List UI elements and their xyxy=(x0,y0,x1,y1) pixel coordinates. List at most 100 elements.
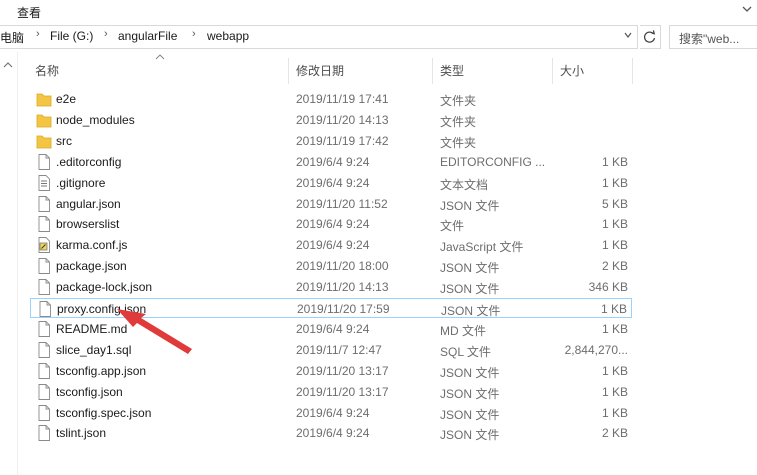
file-type: JavaScript 文件 xyxy=(440,240,524,255)
file-row[interactable]: e2e 2019/11/19 17:41 文件夹 xyxy=(30,89,632,109)
file-date: 2019/11/7 12:47 xyxy=(296,342,382,357)
file-date: 2019/11/20 14:13 xyxy=(296,280,389,295)
file-name: node_modules xyxy=(56,112,135,127)
file-type: SQL 文件 xyxy=(440,344,491,359)
file-name: browserslist xyxy=(56,217,120,232)
file-name: package-lock.json xyxy=(56,280,153,295)
file-row[interactable]: tsconfig.app.json 2019/11/20 13:17 JSON 文件… xyxy=(30,361,632,381)
file-date: 2019/11/19 17:42 xyxy=(296,133,389,148)
file-date: 2019/11/20 13:17 xyxy=(296,384,389,399)
file-date: 2019/6/4 9:24 xyxy=(296,238,370,253)
breadcrumb-webapp[interactable]: webapp xyxy=(207,29,249,43)
text-file-icon xyxy=(36,174,52,192)
file-icon xyxy=(36,195,52,213)
file-size: 1 KB xyxy=(600,302,627,316)
file-size: 5 KB xyxy=(601,196,628,211)
navigation-pane[interactable] xyxy=(0,52,18,475)
file-type: JSON 文件 xyxy=(440,198,500,213)
file-row[interactable]: slice_day1.sql 2019/11/7 12:47 SQL 文件 2,844… xyxy=(30,340,632,360)
file-name: .gitignore xyxy=(56,175,106,190)
column-divider[interactable] xyxy=(632,58,633,84)
file-type: JSON 文件 xyxy=(440,428,500,443)
refresh-button[interactable] xyxy=(640,25,661,49)
file-icon xyxy=(36,257,52,275)
file-type: 文件夹 xyxy=(440,94,477,108)
file-date: 2019/11/20 13:17 xyxy=(296,363,389,378)
file-name: README.md xyxy=(56,321,128,336)
breadcrumb-drive[interactable]: File (G:) xyxy=(50,29,93,43)
file-type: EDITORCONFIG ... xyxy=(440,154,546,169)
file-name: tsconfig.spec.json xyxy=(56,405,152,420)
file-name: src xyxy=(56,133,72,148)
breadcrumb-separator[interactable]: › xyxy=(192,28,196,40)
file-row[interactable]: src 2019/11/19 17:42 文件夹 xyxy=(30,131,632,151)
file-size: 1 KB xyxy=(601,321,628,336)
file-row[interactable]: angular.json 2019/11/20 11:52 JSON 文件 5 KB xyxy=(30,194,632,214)
file-row[interactable]: tsconfig.spec.json 2019/6/4 9:24 JSON 文件 1 … xyxy=(30,403,632,423)
file-type: 文件夹 xyxy=(440,135,477,150)
file-date: 2019/11/20 17:59 xyxy=(297,302,390,316)
scroll-up-icon[interactable] xyxy=(0,58,16,72)
ribbon-bar xyxy=(0,0,757,22)
file-icon xyxy=(36,383,52,401)
column-header-name[interactable]: 名称 xyxy=(35,58,59,84)
file-icon xyxy=(36,404,52,422)
file-row[interactable]: browserslist 2019/6/4 9:24 文件 1 KB xyxy=(30,214,632,234)
file-name: tsconfig.app.json xyxy=(56,363,147,378)
column-header-size[interactable]: 大小 xyxy=(560,58,584,84)
file-row[interactable]: package-lock.json 2019/11/20 14:13 JSON 文件… xyxy=(30,277,632,297)
breadcrumb-angularfile[interactable]: angularFile xyxy=(118,29,177,43)
column-divider[interactable] xyxy=(288,58,289,84)
file-name: angular.json xyxy=(56,196,121,211)
column-header-type[interactable]: 类型 xyxy=(440,58,464,84)
file-row[interactable]: proxy.config.json 2019/11/20 17:59 JSON 文件… xyxy=(30,298,632,318)
breadcrumb-separator[interactable]: › xyxy=(36,28,40,40)
file-icon xyxy=(36,278,52,296)
file-icon xyxy=(36,341,52,359)
file-type: JSON 文件 xyxy=(440,365,500,380)
column-divider[interactable] xyxy=(432,58,433,84)
file-name: proxy.config.json xyxy=(57,302,147,316)
address-bar[interactable] xyxy=(0,25,638,49)
file-icon xyxy=(36,362,52,380)
file-icon xyxy=(36,424,52,442)
file-type: 文件 xyxy=(440,219,465,234)
file-row[interactable]: package.json 2019/11/20 18:00 JSON 文件 2 KB xyxy=(30,256,632,276)
refresh-icon xyxy=(643,30,656,43)
file-date: 2019/11/20 11:52 xyxy=(296,196,388,211)
file-size: 1 KB xyxy=(601,175,628,190)
file-type: 文件夹 xyxy=(440,114,477,129)
file-row[interactable]: .editorconfig 2019/6/4 9:24 EDITORCONFIG .… xyxy=(30,152,632,172)
folder-icon xyxy=(36,90,52,108)
file-name: tsconfig.json xyxy=(56,384,123,399)
file-size: 346 KB xyxy=(588,280,628,295)
breadcrumb-this-pc[interactable]: 电脑 xyxy=(0,29,24,46)
file-row[interactable]: tsconfig.json 2019/11/20 13:17 JSON 文件 1 KB xyxy=(30,382,632,402)
column-header-date[interactable]: 修改日期 xyxy=(296,58,344,84)
search-placeholder: 搜索"web... xyxy=(679,32,740,46)
address-dropdown-icon[interactable] xyxy=(623,30,633,40)
file-size: 1 KB xyxy=(601,384,628,399)
file-date: 2019/6/4 9:24 xyxy=(296,175,370,190)
file-date: 2019/11/19 17:41 xyxy=(296,92,389,106)
file-row[interactable]: karma.conf.js 2019/6/4 9:24 JavaScript 文件 1… xyxy=(30,235,632,255)
file-size: 2,844,270... xyxy=(564,342,628,357)
file-row[interactable]: node_modules 2019/11/20 14:13 文件夹 xyxy=(30,110,632,130)
file-size: 2 KB xyxy=(601,426,628,441)
file-date: 2019/6/4 9:24 xyxy=(296,405,370,420)
ribbon-tab-view[interactable]: 查看 xyxy=(17,4,41,21)
file-row[interactable]: tslint.json 2019/6/4 9:24 JSON 文件 2 KB xyxy=(30,423,632,443)
file-name: .editorconfig xyxy=(56,154,122,169)
file-size: 1 KB xyxy=(601,217,628,232)
file-row[interactable]: README.md 2019/6/4 9:24 MD 文件 1 KB xyxy=(30,319,632,339)
file-size: 1 KB xyxy=(601,405,628,420)
file-type: JSON 文件 xyxy=(440,282,500,297)
chevron-down-icon[interactable] xyxy=(740,2,754,16)
breadcrumb-separator[interactable]: › xyxy=(104,28,108,40)
file-date: 2019/6/4 9:24 xyxy=(296,154,370,169)
file-name: tslint.json xyxy=(56,426,107,441)
file-name: karma.conf.js xyxy=(56,238,128,253)
file-row[interactable]: .gitignore 2019/6/4 9:24 文本文档 1 KB xyxy=(30,173,632,193)
script-file-icon xyxy=(36,236,52,254)
column-divider[interactable] xyxy=(552,58,553,84)
